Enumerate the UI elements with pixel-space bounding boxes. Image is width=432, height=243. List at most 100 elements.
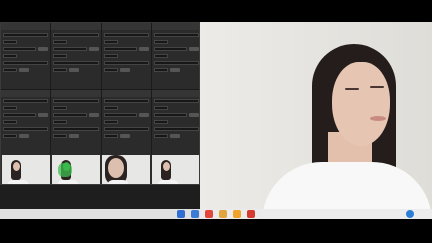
- panel-input-field[interactable]: [103, 120, 118, 124]
- panel-button[interactable]: [19, 134, 29, 138]
- panel-button[interactable]: [169, 134, 180, 138]
- panel-input-field[interactable]: [53, 106, 68, 110]
- panel-button[interactable]: [169, 67, 180, 72]
- panel-input-field[interactable]: [103, 67, 118, 72]
- panel-button[interactable]: [119, 67, 130, 72]
- panel-row: [3, 134, 48, 139]
- settings-panel: [1, 89, 51, 155]
- panel-title: [51, 89, 101, 97]
- panel-input-field[interactable]: [3, 53, 17, 58]
- file-explorer-icon[interactable]: [191, 210, 199, 218]
- panel-input-field[interactable]: [3, 39, 17, 44]
- panel-input-field[interactable]: [103, 53, 118, 58]
- panel-title: [101, 89, 151, 97]
- panel-input-field[interactable]: [153, 127, 199, 131]
- panel-input-field[interactable]: [53, 113, 87, 117]
- panel-input-field[interactable]: [53, 120, 68, 124]
- panel-input-field[interactable]: [53, 60, 99, 65]
- panel-row: [153, 39, 199, 44]
- settings-panel: [101, 89, 151, 155]
- panel-row: [53, 67, 98, 72]
- thumbnail-portrait[interactable]: [2, 155, 50, 184]
- panel-row: [153, 67, 199, 72]
- panel-input-field[interactable]: [153, 46, 187, 51]
- panel-row: [3, 46, 49, 51]
- panel-input-field[interactable]: [53, 127, 99, 131]
- panel-input-field[interactable]: [3, 127, 49, 131]
- panel-input-field[interactable]: [3, 60, 49, 65]
- panel-input-field[interactable]: [153, 67, 168, 72]
- panel-input-field[interactable]: [3, 99, 49, 103]
- panel-input-field[interactable]: [103, 113, 137, 117]
- video-preview: [200, 22, 432, 219]
- thumbnail-closeup[interactable]: [102, 155, 150, 184]
- panel-input-field[interactable]: [103, 32, 149, 37]
- face-mask-overlay: [58, 163, 72, 177]
- panel-input-field[interactable]: [3, 106, 17, 110]
- panel-row: [153, 113, 199, 118]
- preview-thumbnails: [1, 155, 199, 184]
- panel-input-field[interactable]: [103, 106, 118, 110]
- panel-button[interactable]: [38, 113, 49, 117]
- thumbnail-portrait[interactable]: [152, 155, 199, 184]
- thumbnail-face: [163, 162, 170, 171]
- panel-row: [103, 134, 149, 139]
- panel-input-field[interactable]: [153, 134, 168, 138]
- panel-input-field[interactable]: [153, 60, 199, 65]
- panel-button[interactable]: [189, 46, 199, 51]
- panel-button[interactable]: [19, 67, 29, 72]
- video-face: [332, 62, 390, 146]
- panel-input-field[interactable]: [3, 134, 17, 138]
- panel-input-field[interactable]: [3, 67, 17, 72]
- panel-input-field[interactable]: [3, 113, 37, 117]
- panel-input-field[interactable]: [3, 120, 17, 124]
- panel-row: [3, 99, 49, 104]
- panel-button[interactable]: [138, 46, 149, 51]
- panel-input-field[interactable]: [3, 32, 49, 37]
- panel-button[interactable]: [138, 113, 149, 117]
- panel-input-field[interactable]: [103, 99, 149, 103]
- panel-input-field[interactable]: [53, 67, 68, 72]
- panel-input-field[interactable]: [53, 53, 68, 58]
- panel-input-field[interactable]: [53, 32, 99, 37]
- thumbnail-face-mask[interactable]: [52, 155, 100, 184]
- panel-input-field[interactable]: [153, 39, 168, 44]
- panel-input-field[interactable]: [103, 60, 149, 65]
- settings-panel: [101, 23, 151, 89]
- panel-input-field[interactable]: [153, 99, 199, 103]
- panel-button[interactable]: [189, 113, 199, 117]
- panel-input-field[interactable]: [153, 32, 199, 37]
- panel-button[interactable]: [69, 67, 80, 72]
- panel-button[interactable]: [119, 134, 130, 138]
- panel-row: [53, 39, 98, 44]
- panel-input-field[interactable]: [153, 120, 168, 124]
- video-lips: [370, 116, 386, 121]
- tray-icon[interactable]: [406, 210, 414, 218]
- panel-input-field[interactable]: [53, 134, 68, 138]
- panel-button[interactable]: [38, 46, 49, 51]
- panel-input-field[interactable]: [153, 53, 168, 58]
- app-red2-icon[interactable]: [247, 210, 255, 218]
- panel-button[interactable]: [88, 46, 99, 51]
- panel-input-field[interactable]: [103, 134, 118, 138]
- panel-button[interactable]: [88, 113, 99, 117]
- panel-input-field[interactable]: [53, 99, 99, 103]
- panel-input-field[interactable]: [153, 106, 168, 110]
- panel-input-field[interactable]: [103, 46, 137, 51]
- app-orange-icon[interactable]: [233, 210, 241, 218]
- panel-row: [53, 127, 99, 132]
- panel-input-field[interactable]: [103, 39, 118, 44]
- chrome-icon[interactable]: [219, 210, 227, 218]
- panel-row: [53, 120, 98, 125]
- app-red-icon[interactable]: [205, 210, 213, 218]
- panel-input-field[interactable]: [53, 46, 87, 51]
- panel-input-field[interactable]: [3, 46, 37, 51]
- panel-row: [103, 120, 149, 125]
- settings-panel: [51, 23, 101, 89]
- panel-input-field[interactable]: [103, 127, 149, 131]
- task-view-icon[interactable]: [177, 210, 185, 218]
- panel-input-field[interactable]: [153, 113, 187, 117]
- panel-input-field[interactable]: [53, 39, 68, 44]
- panel-button[interactable]: [69, 134, 80, 138]
- face-processing-app-window[interactable]: [0, 22, 200, 185]
